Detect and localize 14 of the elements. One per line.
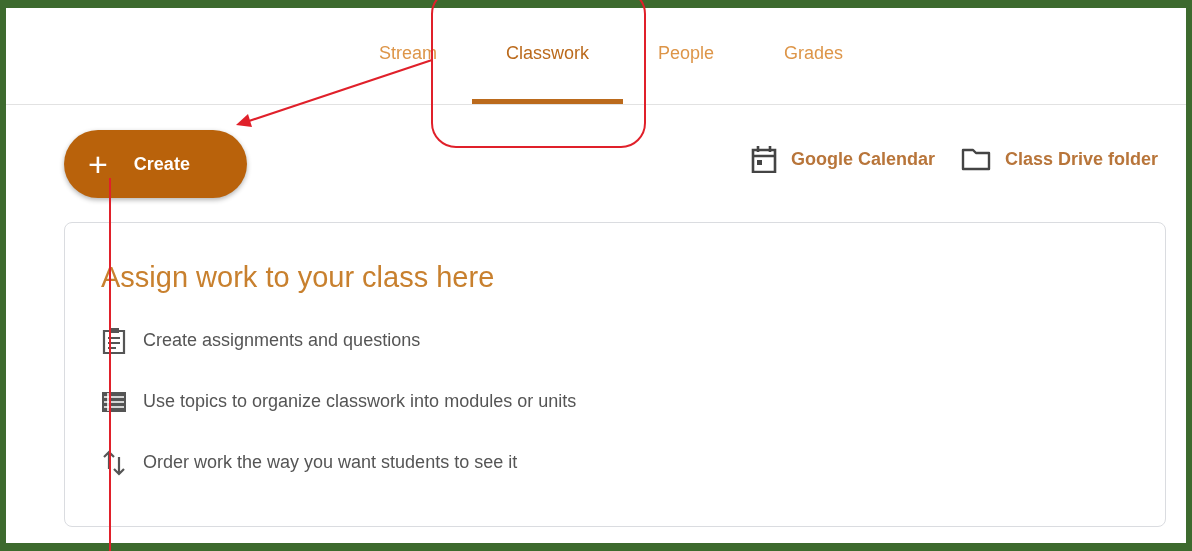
card-item-text: Create assignments and questions [143,330,421,351]
create-button[interactable]: + Create [64,130,247,198]
list-icon [101,390,127,413]
link[interactable]: Class Drive folder [960,145,1158,173]
card-item-text: Use topics to organize classwork into modules or units [143,391,577,412]
calendar-icon [750,145,777,173]
tab[interactable]: Classwork [471,8,623,104]
folder-icon [960,147,991,171]
tab[interactable]: Grades [749,8,879,104]
sort-arrows-icon [101,448,127,477]
tab[interactable]: People [622,8,750,104]
link[interactable]: Google Calendar [750,145,935,173]
card-item-text: Order work the way you want students to see it [143,452,518,473]
clipboard-icon [101,326,127,355]
